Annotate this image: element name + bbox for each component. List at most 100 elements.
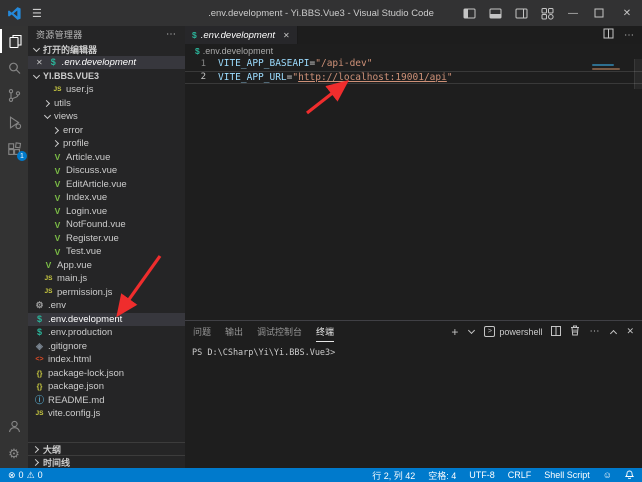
notifications-bell-icon[interactable] [625, 469, 634, 481]
shell-selector[interactable]: > powershell [484, 326, 542, 337]
kill-terminal-trash-icon[interactable] [570, 323, 580, 341]
sidebar-more-actions-icon[interactable]: ⋯ [166, 29, 177, 40]
outline-section[interactable]: 大纲 [28, 442, 185, 455]
tree-item-Login-vue[interactable]: VLogin.vue [28, 205, 185, 219]
tab-output[interactable]: 输出 [225, 321, 243, 342]
file-name: package.json [48, 381, 104, 392]
js-file-icon: JS [52, 87, 63, 94]
tree-item-README-md[interactable]: ⓘREADME.md [28, 394, 185, 408]
minimize-button[interactable]: — [560, 0, 586, 26]
tree-item-env-development[interactable]: $.env.development [28, 313, 185, 327]
tree-item-NotFound-vue[interactable]: VNotFound.vue [28, 218, 185, 232]
file-name: package-lock.json [48, 368, 124, 379]
tree-item-Index-vue[interactable]: VIndex.vue [28, 191, 185, 205]
settings-gear-icon[interactable]: ⚙ [0, 441, 28, 465]
breadcrumb[interactable]: $ .env.development [185, 44, 642, 57]
timeline-section[interactable]: 时间线 [28, 455, 185, 468]
close-button[interactable]: ✕ [612, 0, 642, 26]
tree-item-index-html[interactable]: <>index.html [28, 353, 185, 367]
tree-item-main-js[interactable]: JSmain.js [28, 272, 185, 286]
terminal-output[interactable]: PS D:\CSharp\Yi\Yi.BBS.Vue3> [185, 342, 642, 468]
url-link[interactable]: http://localhost:19001/api [298, 72, 447, 83]
vscode-window: ☰ .env.development - Yi.BBS.Vue3 - Visua… [0, 0, 642, 482]
toggle-secondary-sidebar-icon[interactable] [508, 0, 534, 26]
minimap-marks[interactable] [592, 68, 620, 70]
tree-item-views[interactable]: views [28, 110, 185, 124]
activity-bar: 1 ⚙ [0, 26, 28, 468]
new-terminal-icon[interactable]: + [451, 326, 458, 338]
explorer-icon[interactable] [0, 29, 28, 53]
code-line-2[interactable]: 2 VITE_APP_URL="http://localhost:19001/a… [185, 71, 642, 85]
git-file-icon: ◈ [34, 342, 45, 351]
accounts-icon[interactable] [0, 414, 28, 438]
tree-item-utils[interactable]: utils [28, 97, 185, 111]
open-editor-item-env-development[interactable]: ✕ $ .env.development [28, 56, 185, 69]
indentation[interactable]: 空格: 4 [428, 469, 456, 482]
menu-icon[interactable]: ☰ [32, 7, 42, 20]
tree-item-package-lock-json[interactable]: {}package-lock.json [28, 367, 185, 381]
cursor-position[interactable]: 行 2, 列 42 [372, 469, 415, 482]
terminal-panel: 问题 输出 调试控制台 终端 + > powershell [185, 320, 642, 468]
vue-file-icon: V [52, 248, 63, 257]
panel-header: 问题 输出 调试控制台 终端 + > powershell [185, 321, 642, 342]
tab-problems[interactable]: 问题 [193, 321, 211, 342]
tree-item-error[interactable]: error [28, 124, 185, 138]
problems-status[interactable]: ⊗ 0 ⚠ 0 [8, 470, 43, 480]
tree-item-permission-js[interactable]: JSpermission.js [28, 286, 185, 300]
chevron-right-icon [43, 99, 52, 108]
tree-item-gitignore[interactable]: ◈.gitignore [28, 340, 185, 354]
terminal-dropdown-icon[interactable] [467, 328, 475, 336]
tab-debug-console[interactable]: 调试控制台 [257, 321, 302, 342]
encoding[interactable]: UTF-8 [469, 470, 495, 480]
tree-item-user-js[interactable]: JSuser.js [28, 83, 185, 97]
json-file-icon: {} [34, 370, 45, 378]
tree-item-Register-vue[interactable]: VRegister.vue [28, 232, 185, 246]
run-and-debug-icon[interactable] [0, 110, 28, 134]
eol-sequence[interactable]: CRLF [508, 470, 532, 480]
editor-more-actions-icon[interactable]: ⋯ [624, 30, 634, 41]
split-editor-icon[interactable] [603, 26, 614, 44]
tree-item-vite-config-js[interactable]: JSvite.config.js [28, 407, 185, 421]
tab-terminal[interactable]: 终端 [316, 321, 334, 342]
close-panel-icon[interactable]: ✕ [626, 326, 634, 337]
html-file-icon: <> [34, 356, 45, 363]
tree-item-Discuss-vue[interactable]: VDiscuss.vue [28, 164, 185, 178]
vue-file-icon: V [52, 167, 63, 176]
tree-item-Test-vue[interactable]: VTest.vue [28, 245, 185, 259]
customize-layout-icon[interactable] [534, 0, 560, 26]
close-tab-icon[interactable]: ✕ [283, 31, 290, 40]
tree-item-Article-vue[interactable]: VArticle.vue [28, 151, 185, 165]
language-mode[interactable]: Shell Script [544, 470, 590, 480]
vue-file-icon: V [52, 207, 63, 216]
panel-more-actions-icon[interactable]: ⋯ [589, 326, 600, 337]
project-root-section[interactable]: YI.BBS.VUE3 [28, 69, 185, 83]
maximize-panel-icon[interactable] [609, 328, 617, 336]
chevron-down-icon [32, 45, 41, 54]
minimap-marks[interactable] [592, 64, 614, 66]
code-line-1[interactable]: 1 VITE_APP_BASEAPI="/api-dev" [185, 57, 642, 71]
code-editor[interactable]: 1 VITE_APP_BASEAPI="/api-dev" 2 VITE_APP… [185, 57, 642, 320]
maximize-button[interactable] [586, 0, 612, 26]
close-editor-icon[interactable]: ✕ [36, 58, 43, 67]
file-name: index.html [48, 354, 91, 365]
tree-item-env-production[interactable]: $.env.production [28, 326, 185, 340]
feedback-smiley-icon[interactable]: ☺ [603, 471, 612, 480]
open-editors-section[interactable]: 打开的编辑器 [28, 42, 185, 56]
explorer-sidebar: 资源管理器 ⋯ 打开的编辑器 ✕ $ .env.development YI.B… [28, 26, 185, 468]
tree-item-env[interactable]: ⚙.env [28, 299, 185, 313]
extensions-icon[interactable]: 1 [0, 137, 28, 161]
toggle-primary-sidebar-icon[interactable] [456, 0, 482, 26]
source-control-icon[interactable] [0, 83, 28, 107]
tree-item-App-vue[interactable]: VApp.vue [28, 259, 185, 273]
dollar-icon: $ [48, 58, 59, 67]
file-name: permission.js [57, 287, 112, 298]
tree-item-package-json[interactable]: {}package.json [28, 380, 185, 394]
search-icon[interactable] [0, 56, 28, 80]
breadcrumb-file: .env.development [203, 46, 273, 56]
tree-item-EditArticle-vue[interactable]: VEditArticle.vue [28, 178, 185, 192]
minimap-slider[interactable] [634, 59, 642, 89]
tab-env-development[interactable]: $ .env.development ✕ [185, 26, 298, 44]
tree-item-profile[interactable]: profile [28, 137, 185, 151]
toggle-panel-icon[interactable] [482, 0, 508, 26]
split-terminal-icon[interactable] [551, 323, 561, 341]
